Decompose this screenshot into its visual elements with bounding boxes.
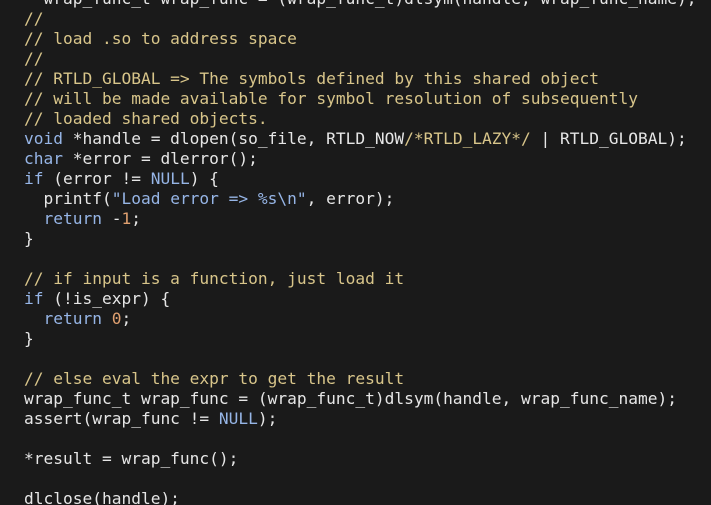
code-line[interactable]: dlclose(handle); xyxy=(24,489,696,505)
code-line[interactable]: } xyxy=(24,229,696,249)
code-token-plain: dlclose(handle); xyxy=(24,489,180,505)
code-line[interactable] xyxy=(24,469,696,489)
code-token-plain: *error = dlerror(); xyxy=(62,149,258,168)
code-token-comment: // xyxy=(24,49,44,68)
code-token-plain: ) { xyxy=(189,169,219,188)
code-token-plain: wrap_func_t wrap_func = (wrap_func_t)dls… xyxy=(24,0,696,8)
code-line[interactable]: } xyxy=(24,329,696,349)
code-token-plain: } xyxy=(24,329,34,348)
code-line[interactable]: // loaded shared objects. xyxy=(24,109,696,129)
code-token-plain: (error != xyxy=(43,169,151,188)
code-token-keyword: return xyxy=(43,309,102,328)
code-token-plain: (!is_expr) { xyxy=(43,289,171,308)
code-line[interactable]: if (error != NULL) { xyxy=(24,169,696,189)
code-line[interactable]: printf("Load error => %s\n", error); xyxy=(24,189,696,209)
code-line[interactable]: // xyxy=(24,9,696,29)
code-line[interactable]: return -1; xyxy=(24,209,696,229)
code-line[interactable]: // will be made available for symbol res… xyxy=(24,89,696,109)
code-token-plain: *handle = dlopen(so_file, RTLD_NOW xyxy=(62,129,405,148)
code-token-comment: // xyxy=(24,9,44,28)
code-token-plain: wrap_func_t wrap_func = (wrap_func_t)dls… xyxy=(24,389,677,408)
code-token-keyword: NULL xyxy=(150,169,190,188)
code-line[interactable] xyxy=(24,249,696,269)
code-token-comment: // loaded shared objects. xyxy=(24,109,268,128)
code-token-plain: , error); xyxy=(306,189,395,208)
code-line[interactable]: // load .so to address space xyxy=(24,29,696,49)
code-token-comment: // else eval the expr to get the result xyxy=(24,369,405,388)
code-token-plain: - xyxy=(101,209,122,228)
code-token-plain: ; xyxy=(131,209,141,228)
code-token-comment: // RTLD_GLOBAL => The symbols defined by… xyxy=(24,69,599,88)
code-line[interactable]: if (!is_expr) { xyxy=(24,289,696,309)
code-token-keyword: if xyxy=(24,289,44,308)
code-token-plain: } xyxy=(24,229,34,248)
code-line[interactable]: void *handle = dlopen(so_file, RTLD_NOW/… xyxy=(24,129,696,149)
code-line[interactable] xyxy=(24,429,696,449)
code-token-plain: ; xyxy=(121,309,132,328)
code-token-number: 1 xyxy=(121,209,132,228)
code-line[interactable]: // RTLD_GLOBAL => The symbols defined by… xyxy=(24,69,696,89)
code-token-comment: // will be made available for symbol res… xyxy=(24,89,638,108)
code-editor[interactable]: wrap_func_t wrap_func = (wrap_func_t)dls… xyxy=(0,0,711,505)
code-line[interactable]: char *error = dlerror(); xyxy=(24,149,696,169)
code-token-keyword: return xyxy=(43,209,102,228)
code-token-comment: /*RTLD_LAZY*/ xyxy=(404,129,531,148)
code-token-plain: ); xyxy=(257,409,278,428)
code-line[interactable]: *result = wrap_func(); xyxy=(24,449,696,469)
code-token-comment: // if input is a function, just load it xyxy=(24,269,405,288)
code-block[interactable]: wrap_func_t wrap_func = (wrap_func_t)dls… xyxy=(24,0,696,505)
code-line[interactable]: // else eval the expr to get the result xyxy=(24,369,696,389)
code-token-keyword: if xyxy=(24,169,44,188)
code-token-plain: printf( xyxy=(24,189,112,208)
code-line[interactable]: wrap_func_t wrap_func = (wrap_func_t)dls… xyxy=(24,389,696,409)
code-token-plain: *result = wrap_func(); xyxy=(24,449,239,468)
code-token-plain: assert(wrap_func != xyxy=(24,409,219,428)
code-token-comment: // load .so to address space xyxy=(24,29,297,48)
code-line[interactable]: assert(wrap_func != NULL); xyxy=(24,409,696,429)
code-token-string: "Load error => %s\n" xyxy=(111,189,307,208)
code-token-plain: | RTLD_GLOBAL); xyxy=(530,129,687,148)
code-token-keyword: void xyxy=(24,129,63,148)
code-token-keyword: NULL xyxy=(218,409,258,428)
code-line[interactable]: return 0; xyxy=(24,309,696,329)
code-token-keyword: char xyxy=(24,149,63,168)
code-line[interactable]: // if input is a function, just load it xyxy=(24,269,696,289)
code-line[interactable]: wrap_func_t wrap_func = (wrap_func_t)dls… xyxy=(24,0,696,9)
code-line[interactable]: // xyxy=(24,49,696,69)
code-line[interactable] xyxy=(24,349,696,369)
